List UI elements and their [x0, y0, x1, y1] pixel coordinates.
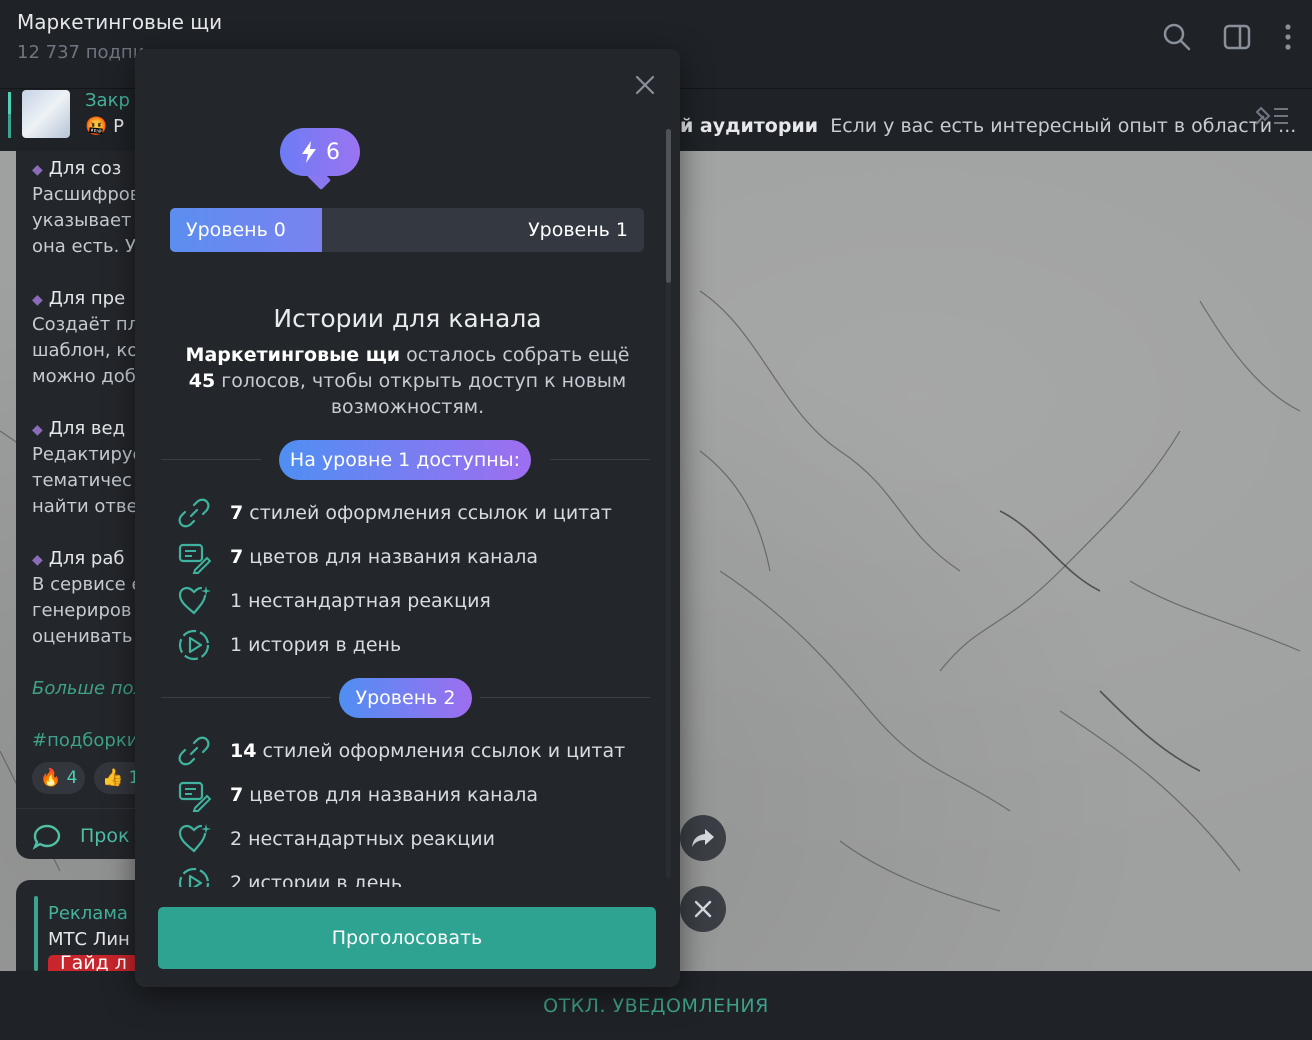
bullet-diamond-icon: ◆ — [32, 552, 43, 568]
message-text: шаблон, ко — [32, 340, 139, 361]
forward-icon — [692, 829, 714, 847]
message-heading: ◆ Для соз — [32, 158, 122, 179]
level1-pill: На уровне 1 доступны: — [279, 440, 531, 480]
close-ad-button[interactable] — [680, 886, 726, 932]
bullet-diamond-icon: ◆ — [32, 162, 43, 178]
forward-button[interactable] — [680, 815, 726, 861]
message-text: найти отве — [32, 496, 138, 517]
divider — [161, 697, 331, 698]
message-text: тематичес — [32, 470, 132, 491]
story-play-icon — [177, 628, 211, 662]
feature-item: 14 стилей оформления ссылок и цитат — [177, 734, 625, 768]
pinned-text: й аудитории Если у вас есть интересный о… — [680, 115, 1297, 137]
pinned-indicator-active — [8, 92, 11, 114]
link-icon — [177, 734, 211, 768]
feature-item: 1 история в день — [177, 628, 401, 662]
pinned-title: Закр — [85, 90, 130, 111]
feature-item: 7 цветов для названия канала — [177, 778, 538, 812]
comments-label: Прок — [80, 825, 130, 847]
message-heading: ◆ Для пре — [32, 288, 126, 309]
feature-item: 7 стилей оформления ссылок и цитат — [177, 496, 612, 530]
boost-badge: 6 — [280, 128, 360, 176]
reaction-fire[interactable]: 🔥 4 — [32, 762, 86, 794]
modal-description: Маркетинговые щи осталось собрать ещё 45… — [185, 344, 630, 418]
lightning-icon — [302, 141, 316, 163]
palette-icon — [177, 778, 212, 812]
modal-title: Истории для канала — [273, 304, 542, 333]
emoji-avatar-icon: 🤬 — [85, 116, 108, 137]
vote-button[interactable]: Проголосовать — [158, 907, 656, 969]
message-text: генериров — [32, 600, 132, 621]
divider — [161, 459, 261, 460]
channel-title[interactable]: Маркетинговые щи — [17, 10, 222, 34]
thumbs-up-emoji-icon: 👍 — [102, 768, 124, 788]
close-icon — [694, 900, 712, 918]
message-text: Редактируе — [32, 444, 144, 465]
divider — [480, 697, 650, 698]
level-progress-bar: Уровень 0 Уровень 1 — [170, 208, 644, 252]
level2-pill: Уровень 2 — [339, 678, 472, 718]
message-heading: ◆ Для вед — [32, 418, 126, 439]
heart-sparkle-icon — [177, 822, 211, 856]
modal-close-icon[interactable] — [631, 71, 659, 99]
scrollbar-thumb[interactable] — [666, 129, 671, 283]
subscriber-count: 12 737 подпи — [17, 42, 145, 63]
pinned-text-fragment: 🤬 Р — [85, 116, 125, 137]
boost-count: 6 — [326, 139, 340, 165]
message-heading: ◆ Для раб — [32, 548, 125, 569]
comment-icon — [32, 824, 61, 850]
message-text: оценивать — [32, 626, 133, 647]
boost-modal: 6 Уровень 0 Уровень 1 Истории для канала… — [135, 49, 680, 987]
divider — [550, 459, 650, 460]
more-menu-icon[interactable] — [1282, 22, 1294, 52]
palette-icon — [177, 540, 212, 574]
sidebar-toggle-icon[interactable] — [1222, 22, 1252, 52]
link-icon — [177, 496, 211, 530]
message-text: Расшифров — [32, 184, 141, 205]
more-link[interactable]: Больше пол — [32, 678, 145, 699]
pinned-thumbnail — [22, 90, 70, 138]
message-text: Создаёт пл — [32, 314, 140, 335]
heart-sparkle-icon — [177, 584, 211, 618]
bullet-diamond-icon: ◆ — [32, 422, 43, 438]
search-icon[interactable] — [1162, 22, 1192, 52]
message-text: можно доб — [32, 366, 136, 387]
ad-sponsor: МТС Лин — [48, 929, 130, 950]
mute-notifications-button[interactable]: ОТКЛ. УВЕДОМЛЕНИЯ — [0, 995, 1312, 1017]
message-text: В сервисе е — [32, 574, 143, 595]
hashtag-link[interactable]: #подборки — [32, 730, 138, 751]
ad-accent — [34, 896, 38, 971]
ad-label: Реклама — [48, 903, 128, 924]
feature-item: 1 нестандартная реакция — [177, 584, 491, 618]
ad-tag: Гайд л — [48, 955, 138, 971]
level-current-label: Уровень 0 — [186, 219, 286, 241]
feature-item: 2 нестандартных реакции — [177, 822, 495, 856]
feature-item: 7 цветов для названия канала — [177, 540, 538, 574]
message-text: указывает — [32, 210, 132, 231]
fire-emoji-icon: 🔥 — [40, 768, 62, 788]
pinned-list-icon[interactable] — [1252, 104, 1290, 128]
message-text: она есть. У — [32, 236, 137, 257]
bullet-diamond-icon: ◆ — [32, 292, 43, 308]
level-next-label: Уровень 1 — [528, 219, 628, 241]
